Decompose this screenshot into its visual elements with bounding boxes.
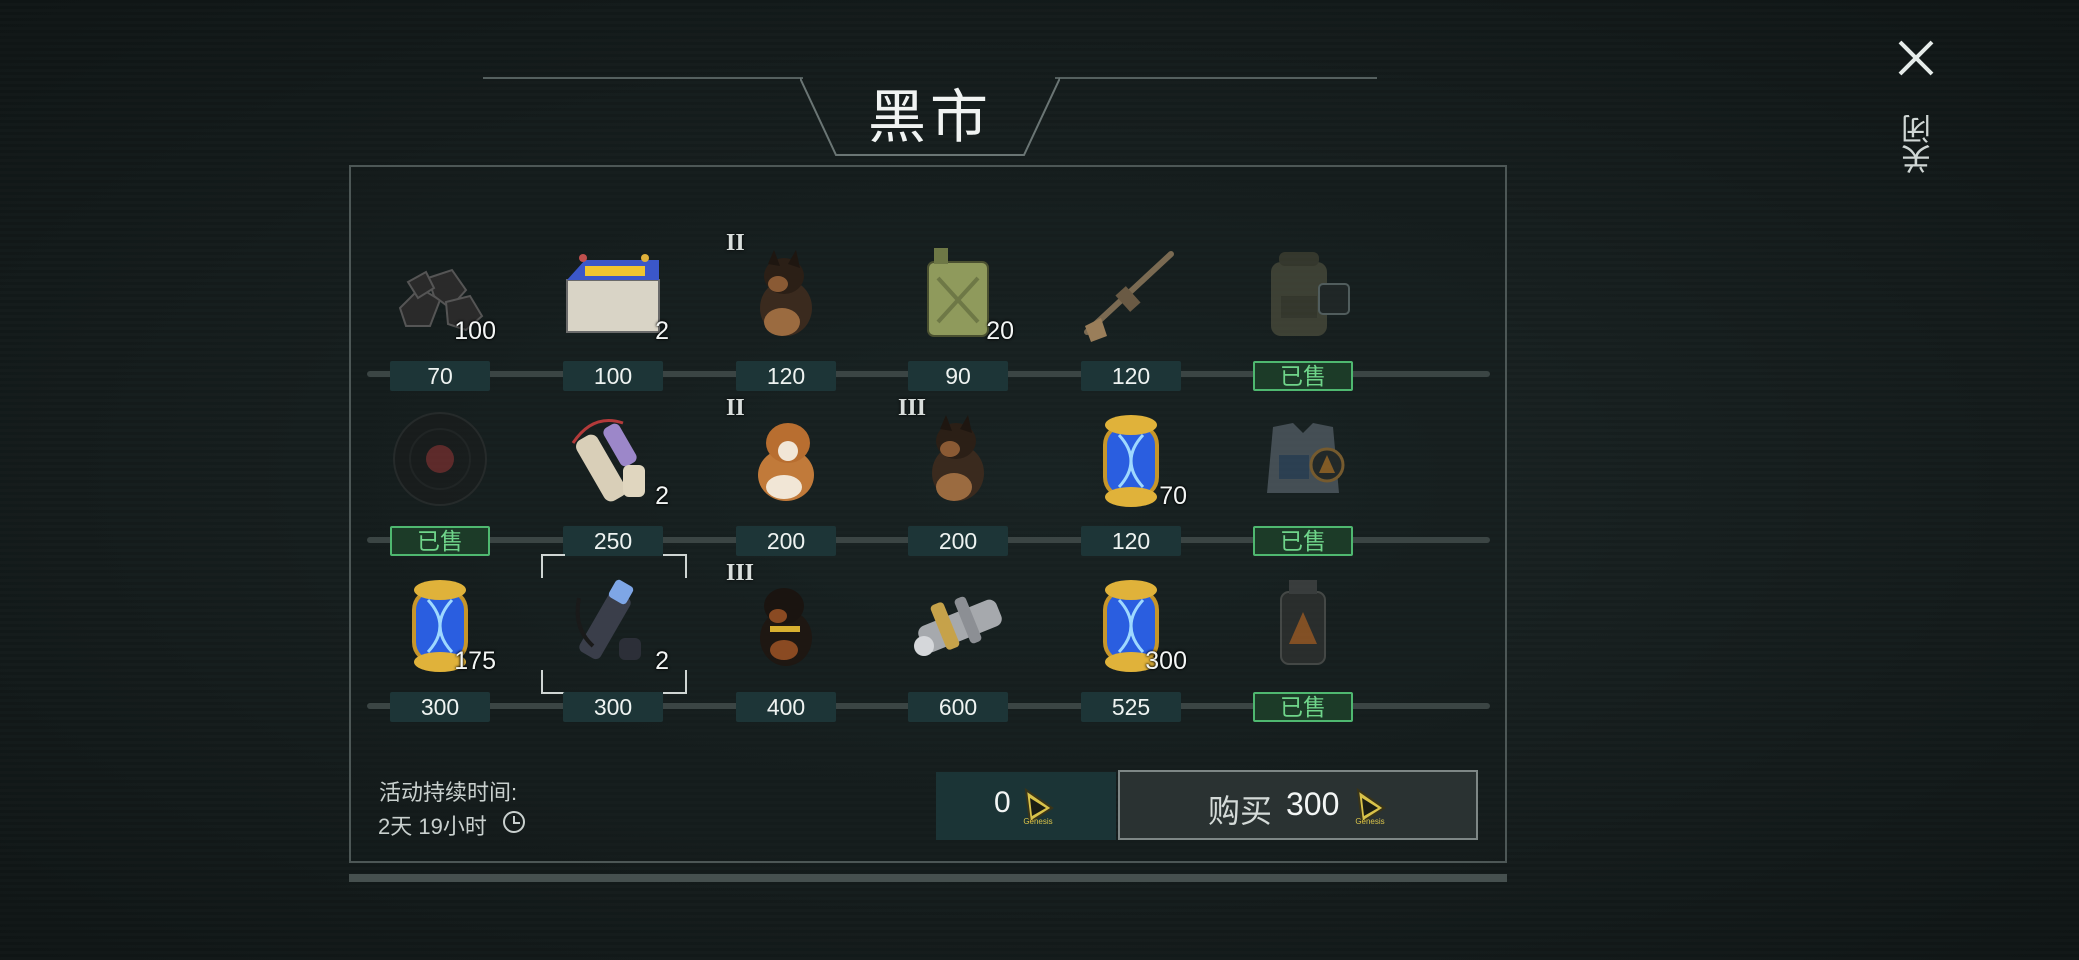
title-line-left <box>483 77 803 79</box>
item-price: 600 <box>908 692 1008 722</box>
close-icon <box>1898 40 1934 76</box>
shop-item[interactable]: 2 <box>553 238 673 348</box>
item-price: 200 <box>736 526 836 556</box>
duration-value: 2天 19小时 <box>378 814 487 839</box>
shop-item[interactable]: II <box>726 230 846 348</box>
currency-balance: 0 Genesis <box>936 772 1116 840</box>
shop-item[interactable] <box>1071 238 1191 348</box>
item-price: 70 <box>390 361 490 391</box>
sold-badge: 已售 <box>390 526 490 556</box>
shop-item[interactable]: II <box>726 395 846 513</box>
selection-bracket <box>541 554 565 578</box>
shop-item[interactable] <box>1243 568 1363 678</box>
item-quantity: 100 <box>454 317 496 345</box>
item-quantity: 2 <box>655 482 669 510</box>
buy-button[interactable]: 购买 300 Genesis <box>1118 770 1478 840</box>
item-price: 120 <box>1081 361 1181 391</box>
fire-grenade-icon <box>1280 580 1326 665</box>
item-quantity: 175 <box>454 647 496 675</box>
shop-item[interactable]: 2 <box>553 403 673 513</box>
item-price: 120 <box>736 361 836 391</box>
clock-icon <box>503 811 525 833</box>
tier-label: II <box>726 230 745 256</box>
genesis-coin-icon: Genesis <box>1355 787 1386 826</box>
shop-item[interactable]: 70 <box>1071 403 1191 513</box>
shop-item[interactable]: 2 <box>541 554 687 694</box>
page-title: 黑市 <box>867 83 992 151</box>
shop-item[interactable] <box>1243 238 1363 348</box>
shop-item[interactable]: 100 <box>380 238 500 348</box>
buy-label: 购买 <box>1208 793 1273 829</box>
svg-text:Genesis: Genesis <box>1355 817 1384 826</box>
item-price: 120 <box>1081 526 1181 556</box>
vinyl-record-icon <box>393 412 487 506</box>
sold-badge: 已售 <box>1253 526 1353 556</box>
sold-badge: 已售 <box>1253 361 1353 391</box>
shop-item[interactable]: III <box>726 560 846 678</box>
tier-label: III <box>898 395 927 421</box>
item-quantity: 70 <box>1159 482 1187 510</box>
tier-label: III <box>726 560 755 586</box>
buy-price: 300 <box>1286 786 1340 822</box>
tier-label: II <box>726 395 745 421</box>
item-price: 300 <box>390 692 490 722</box>
body-armor-icon <box>1267 423 1345 493</box>
genesis-coin-icon: Genesis <box>1023 787 1054 826</box>
item-quantity: 2 <box>655 317 669 345</box>
shop-item[interactable]: 175 <box>380 568 500 678</box>
close-label: 关闭 <box>1903 114 1936 174</box>
title-line-right <box>1055 77 1377 79</box>
sold-badge: 已售 <box>1253 692 1353 722</box>
selection-bracket <box>663 670 687 694</box>
svg-text:Genesis: Genesis <box>1023 817 1052 826</box>
selection-bracket <box>663 554 687 578</box>
item-quantity: 300 <box>1145 647 1187 675</box>
close-button[interactable]: 关闭 <box>1892 38 1942 188</box>
item-price: 300 <box>563 692 663 722</box>
shop-item[interactable] <box>898 568 1018 678</box>
item-price: 90 <box>908 361 1008 391</box>
panel-bottom-bar <box>349 874 1507 882</box>
gear-shaft-icon <box>914 596 1002 656</box>
item-price: 100 <box>563 361 663 391</box>
backpack-icon <box>1271 252 1350 336</box>
shop-item[interactable]: 300 <box>1071 568 1191 678</box>
selection-bracket <box>541 670 565 694</box>
shop-item[interactable] <box>1243 403 1363 513</box>
item-price: 250 <box>563 526 663 556</box>
balance-value: 0 <box>994 786 1011 819</box>
shop-item[interactable]: III <box>898 395 1018 513</box>
shop-item[interactable] <box>380 403 500 513</box>
rifle-icon <box>1084 251 1174 342</box>
item-quantity: 20 <box>986 317 1014 345</box>
item-price: 200 <box>908 526 1008 556</box>
duration-label: 活动持续时间: <box>379 780 518 805</box>
item-price: 400 <box>736 692 836 722</box>
shop-item[interactable]: 20 <box>898 238 1018 348</box>
item-price: 525 <box>1081 692 1181 722</box>
